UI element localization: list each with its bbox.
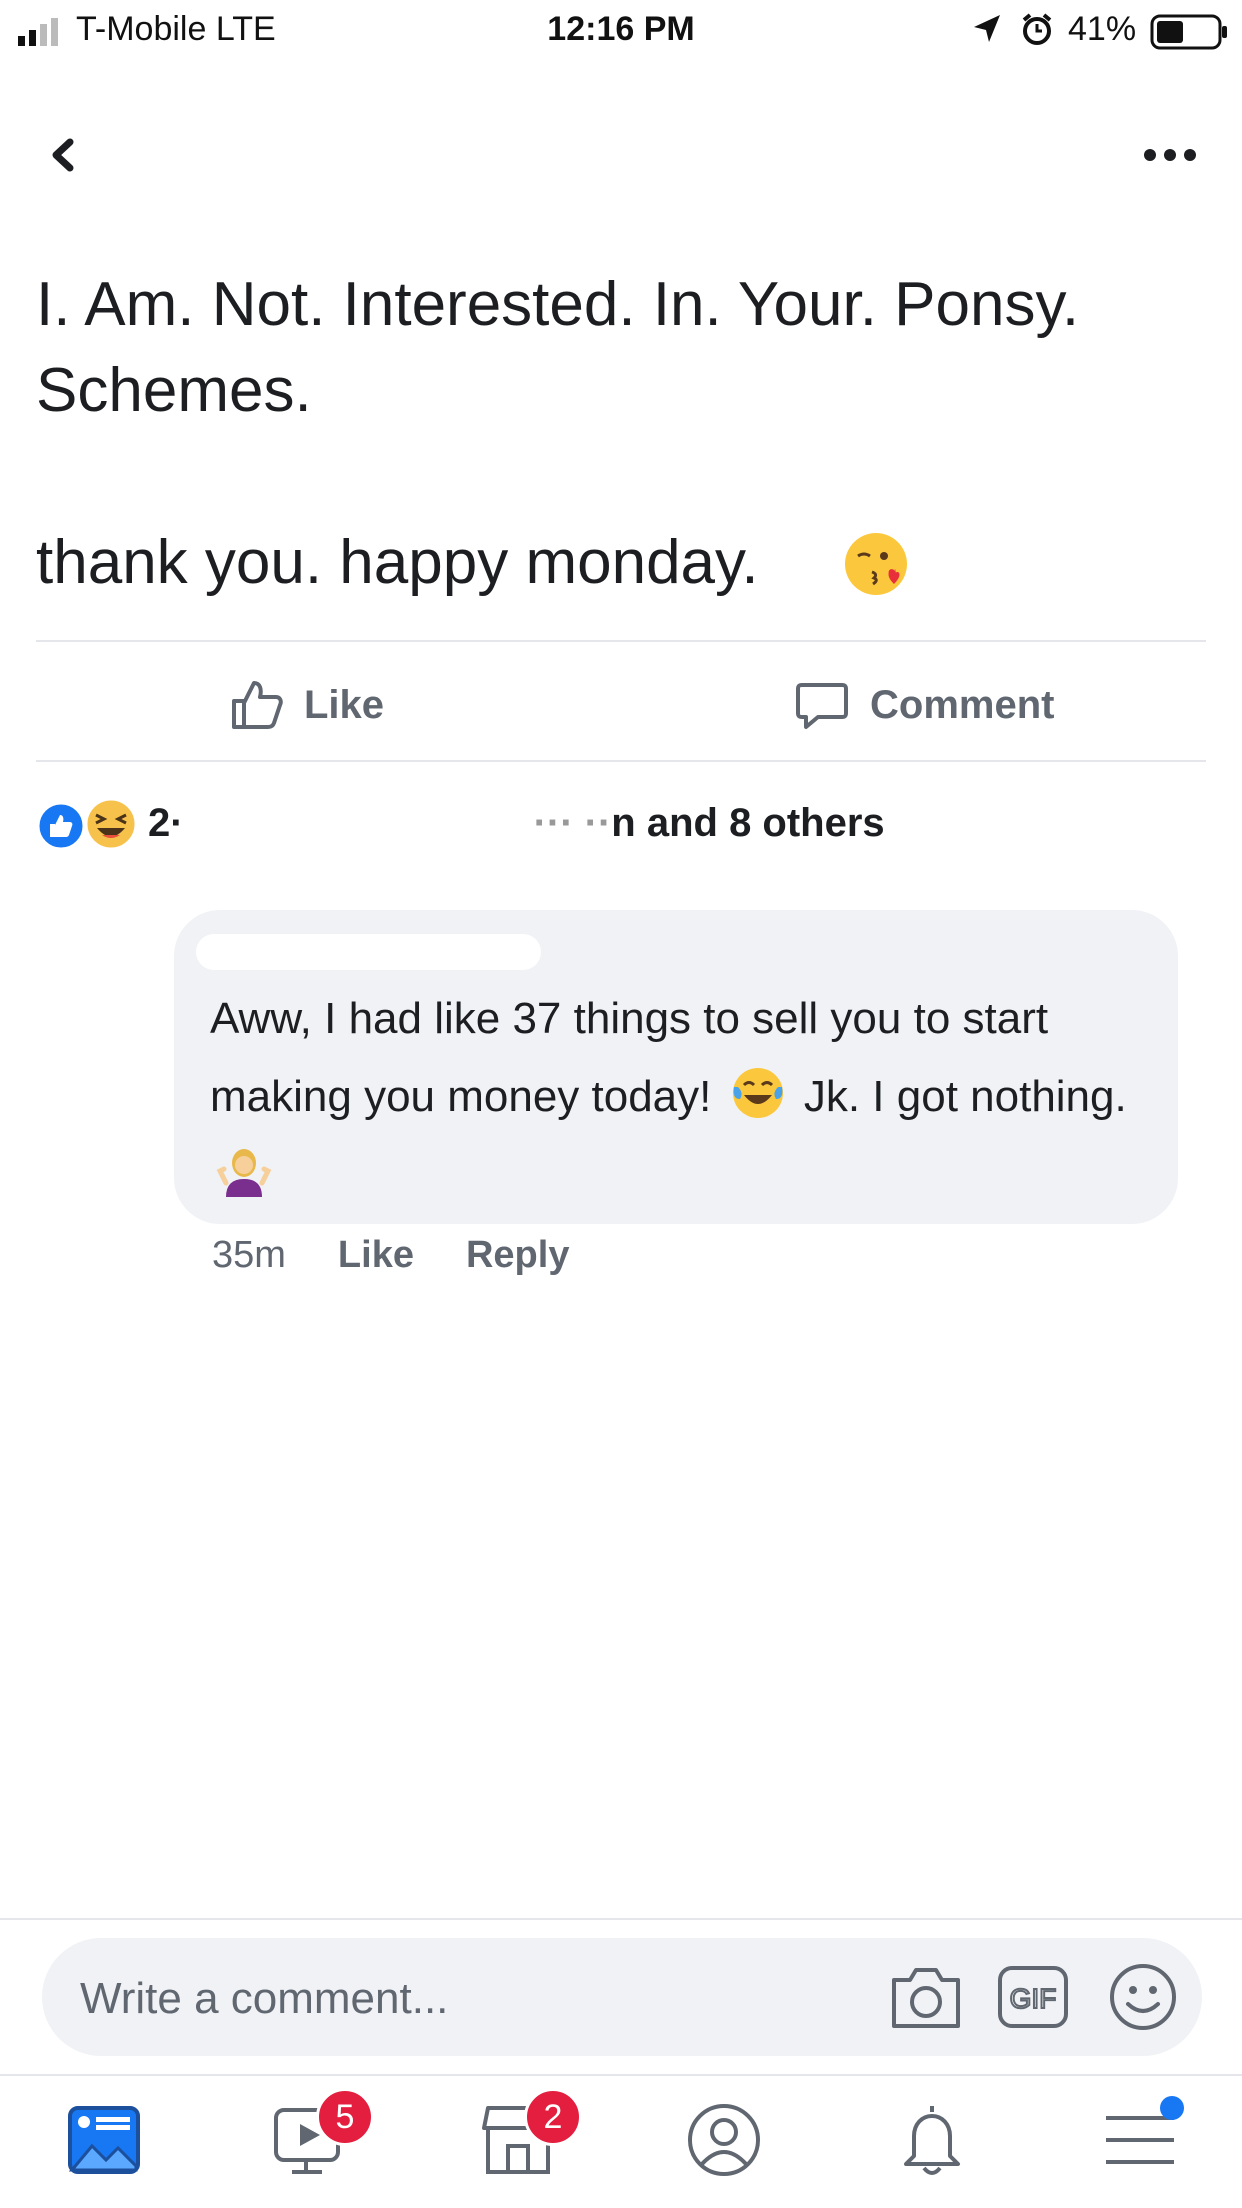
more-options-button[interactable] — [1140, 140, 1200, 170]
kissing-heart-emoji-icon — [845, 533, 907, 595]
divider — [36, 640, 1206, 642]
comment-timestamp: 35m — [212, 1233, 286, 1276]
comment-text-part2: Jk. I got nothing. — [803, 1072, 1127, 1121]
emoji-smile-icon[interactable] — [1108, 1962, 1178, 2032]
commenter-avatar[interactable] — [36, 910, 176, 1050]
notifications-bell-icon[interactable] — [892, 2100, 972, 2180]
like-reaction-icon — [36, 801, 86, 851]
like-button[interactable]: Like — [228, 670, 384, 740]
status-time: 12:16 PM — [547, 10, 695, 48]
comment-input[interactable] — [78, 1968, 842, 2030]
reactions-text: 2· ··· ··n and 8 others — [148, 801, 885, 845]
comment-text: Aww, I had like 37 things to sell you to… — [210, 980, 1170, 1214]
comment-button[interactable]: Comment — [794, 670, 1054, 740]
tears-of-joy-emoji-icon — [732, 1068, 783, 1118]
comment-like-link[interactable]: Like — [338, 1234, 414, 1277]
shrug-emoji-icon — [216, 1149, 272, 1197]
profile-tab-icon[interactable] — [684, 2100, 764, 2180]
comment-bubble-icon — [796, 683, 848, 729]
location-arrow-icon — [974, 15, 1000, 42]
camera-icon[interactable] — [888, 1962, 964, 2032]
like-label: Like — [304, 682, 385, 727]
haha-reaction-icon — [84, 797, 138, 851]
back-button[interactable] — [44, 130, 84, 180]
commenter-name-redacted[interactable] — [196, 934, 541, 970]
divider — [0, 1918, 1242, 1920]
divider — [36, 760, 1206, 762]
menu-notification-dot — [1160, 2096, 1184, 2120]
post-text: I. Am. Not. Interested. In. Your. Ponsy.… — [36, 270, 1080, 425]
news-feed-tab-icon[interactable] — [64, 2100, 144, 2180]
alarm-icon — [1022, 13, 1052, 45]
reactions-others-text: and 8 others — [646, 801, 885, 845]
gif-icon[interactable]: GIF — [996, 1964, 1070, 2030]
battery-percentage: 41% — [1068, 10, 1137, 48]
reactions-summary[interactable]: 2· ··· ··n and 8 others — [36, 795, 936, 855]
comment-meta: 35m Like Reply — [212, 1230, 621, 1280]
comment-reply-link[interactable]: Reply — [466, 1234, 569, 1277]
divider — [0, 2074, 1242, 2076]
comment-label: Comment — [870, 682, 1055, 727]
marketplace-notification-badge: 2 — [524, 2088, 582, 2146]
post-text-closing: thank you. happy monday. — [36, 528, 759, 597]
battery-icon — [1150, 14, 1227, 50]
watch-notification-badge: 5 — [316, 2088, 374, 2146]
svg-text:GIF: GIF — [1010, 1983, 1057, 2014]
thumbs-up-icon — [232, 681, 283, 729]
status-bar: T-Mobile LTE 12:16 PM 41% — [0, 0, 1242, 64]
